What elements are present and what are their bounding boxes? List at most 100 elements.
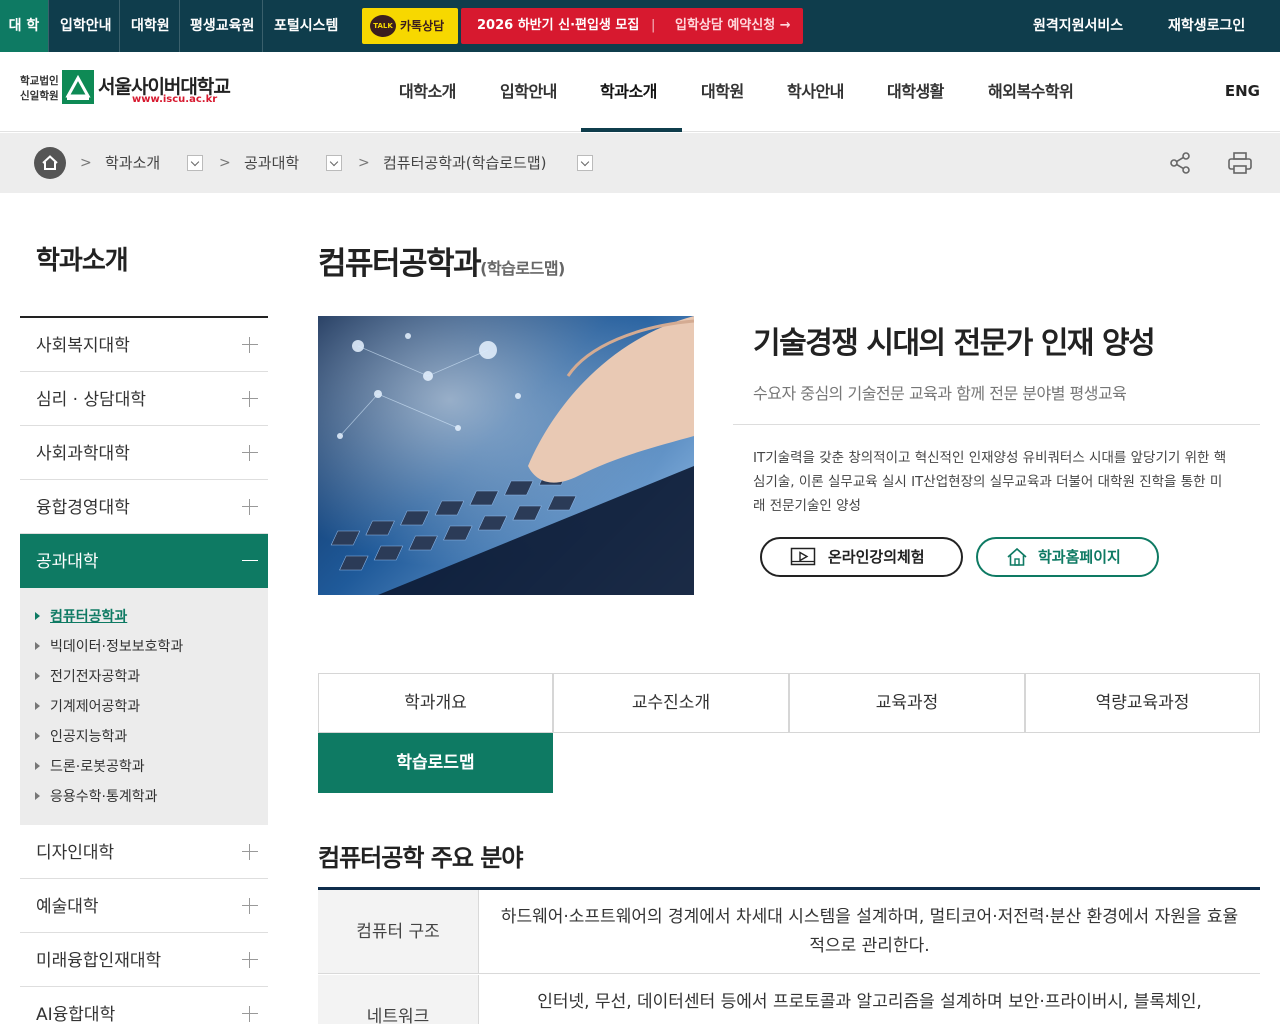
home-button[interactable] <box>34 147 66 179</box>
submenu-item-ai[interactable]: 인공지능학과 <box>50 726 127 746</box>
promo-cta-link[interactable]: 입학상담 예약신청 → <box>675 8 791 44</box>
department-slogan: 기술경쟁 시대의 전문가 인재 양성 <box>753 326 1156 361</box>
topbar-divider <box>48 0 49 52</box>
table-row-description: 인터넷, 무선, 데이터센터 등에서 프로토콜과 알고리즘을 설계하며 보안·프… <box>537 992 1202 1012</box>
expand-plus-icon[interactable] <box>242 844 258 860</box>
sidebar-item-label: 디자인대학 <box>36 843 115 863</box>
sidebar-item-label: 사회과학대학 <box>36 444 130 464</box>
expand-plus-icon[interactable] <box>242 898 258 914</box>
breadcrumb-dropdown-button[interactable] <box>577 155 593 171</box>
expand-plus-icon[interactable] <box>242 1006 258 1022</box>
table-row-heading: 네트워크 <box>318 975 479 1024</box>
breadcrumb-separator: > <box>358 155 370 171</box>
sidebar-item-social-welfare[interactable]: 사회복지대학 <box>20 318 268 372</box>
kakao-consult-button[interactable]: TALK 카톡상담 <box>362 8 458 44</box>
breadcrumb-item-engineering[interactable]: 공과대학 <box>244 133 299 193</box>
nav-dual-degree[interactable]: 해외복수학위 <box>988 52 1074 131</box>
expand-plus-icon[interactable] <box>242 499 258 515</box>
sidebar-item-future-convergence[interactable]: 미래융합인재대학 <box>20 933 268 987</box>
page-title: 컴퓨터공학과(학습로드맵) <box>318 238 565 283</box>
breadcrumb: > 학과소개 > 공과대학 > 컴퓨터공학과(학습로드맵) <box>0 133 1280 193</box>
tab-overview[interactable]: 학과개요 <box>318 673 553 733</box>
topbar-divider <box>262 0 263 52</box>
promo-divider: | <box>651 18 656 33</box>
sidebar-title: 학과소개 <box>36 246 129 276</box>
expand-plus-icon[interactable] <box>242 445 258 461</box>
print-icon[interactable] <box>1226 149 1254 177</box>
sidebar-item-label: 미래융합인재대학 <box>36 951 162 971</box>
topbar-link-university[interactable]: 대 학 <box>0 0 48 52</box>
department-intro: IT기술력을 갖춘 창의적이고 혁신적인 인재양성 유비쿼터스 시대를 앞당기기… <box>753 450 1227 514</box>
sidebar-item-business[interactable]: 융합경영대학 <box>20 480 268 534</box>
submenu-item-mechanical[interactable]: 기계제어공학과 <box>50 696 140 716</box>
sidebar-item-label: 심리 · 상담대학 <box>36 390 147 410</box>
submenu-item-drone-robot[interactable]: 드론·로봇공학과 <box>50 756 145 776</box>
topbar-link-portal[interactable]: 포털시스템 <box>274 0 338 52</box>
university-logo-icon[interactable] <box>62 70 94 104</box>
submenu-item-electrical[interactable]: 전기전자공학과 <box>50 666 140 686</box>
nav-campus-life[interactable]: 대학생활 <box>887 52 944 131</box>
department-homepage-button[interactable]: 학과홈페이지 <box>976 537 1159 577</box>
tab-learning-roadmap[interactable]: 학습로드맵 <box>318 733 553 793</box>
table-row-heading: 컴퓨터 구조 <box>318 890 479 973</box>
topbar-link-graduate[interactable]: 대학원 <box>131 0 170 52</box>
breadcrumb-item-current[interactable]: 컴퓨터공학과(학습로드맵) <box>383 133 547 193</box>
department-homepage-label: 학과홈페이지 <box>1038 548 1121 566</box>
topbar-divider <box>179 0 180 52</box>
nav-about[interactable]: 대학소개 <box>399 52 456 131</box>
submenu-item-bigdata[interactable]: 빅데이터·정보보호학과 <box>50 636 183 656</box>
topbar-link-lifelong[interactable]: 평생교육원 <box>190 0 254 52</box>
top-utility-bar: 대 학 입학안내 대학원 평생교육원 포털시스템 TALK 카톡상담 2026 … <box>0 0 1280 52</box>
sidebar-item-arts[interactable]: 예술대학 <box>20 879 268 933</box>
topbar-divider <box>119 0 120 52</box>
submenu-item-math-stats[interactable]: 응용수학·통계학과 <box>50 786 158 806</box>
admission-promo-banner[interactable]: 2026 하반기 신·편입생 모집 | 입학상담 예약신청 → <box>461 8 803 44</box>
site-header: 학교법인 신일학원 서울사이버대학교 www.iscu.ac.kr 대학소개 입… <box>0 52 1280 132</box>
submenu-arrow-icon <box>35 612 40 620</box>
table-row: 컴퓨터 구조 하드웨어·소프트웨어의 경계에서 차세대 시스템을 설계하며, 멀… <box>318 890 1260 974</box>
promo-title: 2026 하반기 신·편입생 모집 <box>477 18 640 33</box>
sidebar-item-social-science[interactable]: 사회과학대학 <box>20 426 268 480</box>
expand-plus-icon[interactable] <box>242 391 258 407</box>
sidebar-item-label: 사회복지대학 <box>36 336 130 356</box>
language-toggle[interactable]: ENG <box>1225 52 1260 131</box>
online-lecture-experience-button[interactable]: 온라인강의체험 <box>760 537 963 577</box>
breadcrumb-separator: > <box>80 155 92 171</box>
nav-admission[interactable]: 입학안내 <box>500 52 557 131</box>
expand-plus-icon[interactable] <box>242 337 258 353</box>
department-slogan-sub: 수요자 중심의 기술전문 교육과 함께 전문 분야별 평생교육 <box>753 384 1127 403</box>
sidebar-item-label: 예술대학 <box>36 897 99 917</box>
collapse-minus-icon[interactable] <box>242 553 258 569</box>
expand-plus-icon[interactable] <box>242 952 258 968</box>
tab-curriculum[interactable]: 교육과정 <box>789 673 1025 733</box>
table-row: 네트워크 인터넷, 무선, 데이터센터 등에서 프로토콜과 알고리즘을 설계하며… <box>318 975 1260 1024</box>
kakao-consult-label: 카톡상담 <box>400 19 445 33</box>
submenu-arrow-icon <box>35 762 40 770</box>
intro-divider <box>733 424 1260 425</box>
nav-graduate[interactable]: 대학원 <box>701 52 744 131</box>
online-lecture-experience-label: 온라인강의체험 <box>828 548 925 566</box>
tab-competency-curriculum[interactable]: 역량교육과정 <box>1025 673 1260 733</box>
sidebar-item-design[interactable]: 디자인대학 <box>20 825 268 879</box>
page-title-main: 컴퓨터공학과 <box>318 246 482 282</box>
submenu-arrow-icon <box>35 792 40 800</box>
kakao-talk-icon: TALK <box>370 15 396 37</box>
university-url: www.iscu.ac.kr <box>132 94 218 105</box>
breadcrumb-item-departments[interactable]: 학과소개 <box>105 133 160 193</box>
sidebar-item-ai-convergence[interactable]: AI융합대학 <box>20 987 268 1024</box>
student-login-link[interactable]: 재학생로그인 <box>1168 0 1245 52</box>
remote-support-link[interactable]: 원격지원서비스 <box>1033 0 1123 52</box>
share-icon[interactable] <box>1166 149 1194 177</box>
submenu-item-computer-eng[interactable]: 컴퓨터공학과 <box>50 606 127 626</box>
breadcrumb-dropdown-button[interactable] <box>187 155 203 171</box>
breadcrumb-dropdown-button[interactable] <box>326 155 342 171</box>
sidebar-item-engineering[interactable]: 공과대학 <box>20 534 268 588</box>
nav-departments[interactable]: 학과소개 <box>600 52 657 131</box>
nav-academic[interactable]: 학사안내 <box>787 52 844 131</box>
sidebar-item-psychology[interactable]: 심리 · 상담대학 <box>20 372 268 426</box>
topbar-link-admission[interactable]: 입학안내 <box>60 0 112 52</box>
submenu-arrow-icon <box>35 702 40 710</box>
sidebar-item-label: AI융합대학 <box>36 1005 116 1024</box>
tab-faculty[interactable]: 교수진소개 <box>553 673 789 733</box>
page-title-sub: (학습로드맵) <box>480 259 565 278</box>
